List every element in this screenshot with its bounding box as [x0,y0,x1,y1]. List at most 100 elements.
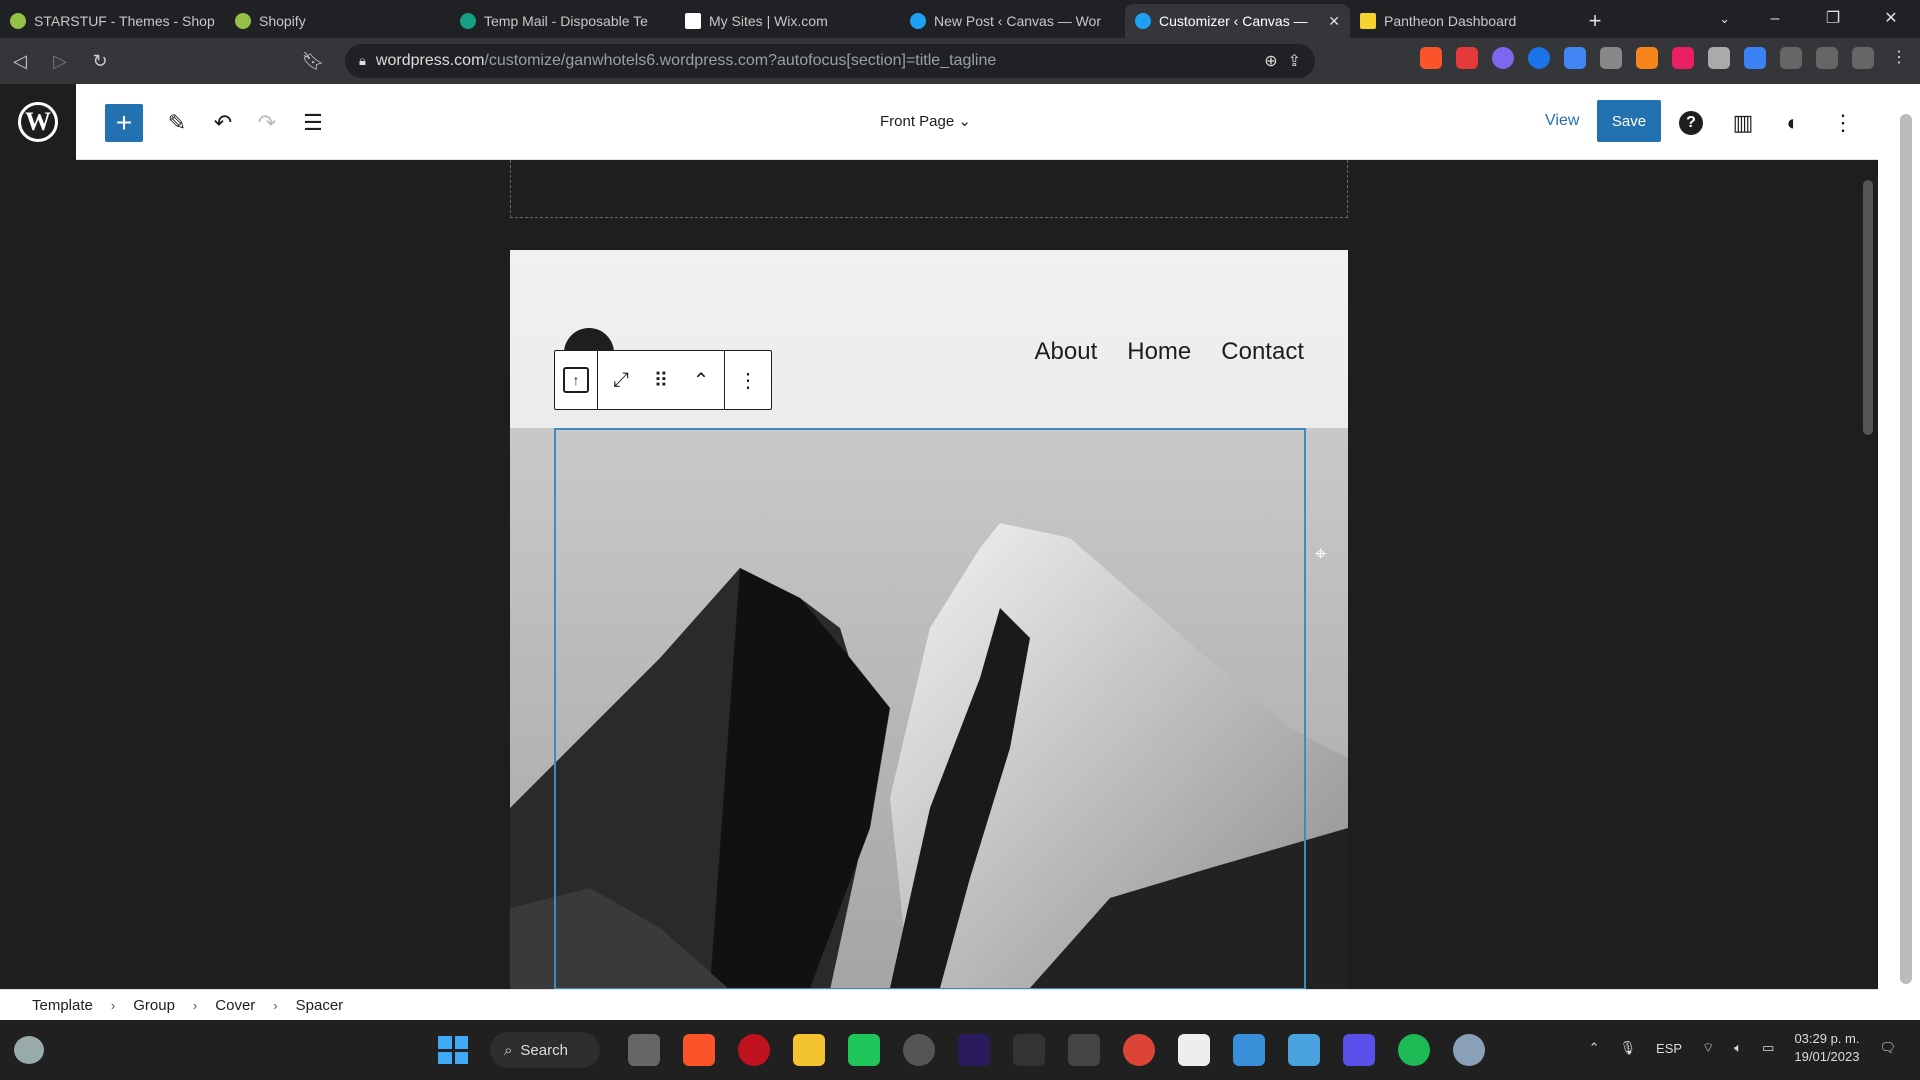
selected-block-outline [554,428,1306,989]
nav-link-contact[interactable]: Contact [1221,338,1304,366]
new-tab-icon[interactable]: + [1575,4,1615,38]
translate-icon[interactable] [1564,47,1586,69]
metamask-icon[interactable] [1636,47,1658,69]
wallet-icon[interactable] [1852,47,1874,69]
close-tab-icon[interactable]: ✕ [1328,13,1340,30]
search-icon: ⌕ [504,1041,513,1059]
help-icon[interactable]: ? [1679,111,1703,135]
extension-icon[interactable] [1492,47,1514,69]
store-icon[interactable] [1288,1034,1320,1066]
app-icon[interactable] [1068,1034,1100,1066]
document-selector[interactable]: Front Page ⌄ [880,112,971,130]
wordpress-logo-icon[interactable]: W [0,84,76,160]
clock[interactable]: 03:29 p. m. 19/01/2023 [1794,1030,1859,1066]
address-url[interactable]: wordpress.com/customize/ganwhotels6.word… [376,52,1254,70]
list-view-icon[interactable]: ☰ [294,104,332,142]
brave-icon[interactable] [683,1034,715,1066]
block-type-icon[interactable]: ↑ [563,367,589,393]
shopify-icon [235,13,251,29]
wifi-icon[interactable]: ⌔ [1702,1040,1714,1056]
taskbar-search[interactable]: ⌕ Search [490,1032,600,1068]
extension-icon[interactable] [1744,47,1766,69]
extension-icon[interactable] [1600,47,1622,69]
view-button[interactable]: View [1545,112,1579,130]
share-icon[interactable]: ⇪ [1288,51,1301,71]
block-breadcrumb: Template › Group › Cover › Spacer [0,989,1878,1020]
volume-icon[interactable]: 🔈︎ [1734,1040,1742,1056]
puzzle-icon[interactable] [1780,47,1802,69]
app-icon[interactable] [848,1034,880,1066]
wordpress-icon [1135,13,1151,29]
tab-search-chevron-icon[interactable]: ⌄ [1719,0,1730,38]
weather-icon[interactable] [14,1036,44,1064]
extension-icon[interactable] [1672,47,1694,69]
brave-shield-icon[interactable] [1420,47,1442,69]
notification-icon[interactable]: 🗨︎ [1879,1040,1896,1056]
extension-icon[interactable] [1528,47,1550,69]
close-window-icon[interactable]: ✕ [1862,0,1920,38]
browser-tab-0[interactable]: STARSTUF - Themes - Shop [0,4,225,38]
more-options-icon[interactable]: ⋮ [733,360,763,400]
mail-icon[interactable] [1233,1034,1265,1066]
install-icon[interactable]: ⊕ [1264,51,1277,71]
breadcrumb-spacer[interactable]: Spacer [296,997,344,1014]
bookmark-icon[interactable]: 🔖︎ [293,51,333,72]
move-up-down-icon[interactable]: ⌃ [686,360,716,400]
editor-header: W + ✎ ↶ ↷ ☰ Front Page ⌄ View Save ? ▥ ◐… [0,84,1878,160]
settings-icon[interactable] [1453,1034,1485,1066]
breadcrumb-cover[interactable]: Cover [215,997,255,1014]
brave-rewards-icon[interactable] [1456,47,1478,69]
nav-link-home[interactable]: Home [1127,338,1191,366]
browser-tab-6[interactable]: Pantheon Dashboard [1350,4,1575,38]
minimize-icon[interactable]: – [1746,0,1804,38]
browser-tab-1[interactable]: Shopify [225,4,450,38]
browser-tab-4[interactable]: New Post ‹ Canvas — Wor [900,4,1125,38]
battery-icon[interactable]: ▭ [1762,1040,1774,1056]
chrome-icon[interactable] [1123,1034,1155,1066]
microphone-icon[interactable]: 🎙︎ [1620,1040,1637,1056]
browser-tab-5[interactable]: Customizer ‹ Canvas — ✕ [1125,4,1350,38]
extension-icon[interactable] [1708,47,1730,69]
premiere-icon[interactable] [958,1034,990,1066]
app-icon[interactable] [903,1034,935,1066]
task-view-icon[interactable] [628,1034,660,1066]
undo-icon[interactable]: ↶ [204,104,242,142]
options-icon[interactable]: ⋮ [1824,104,1862,142]
add-block-button[interactable]: + [105,104,143,142]
redo-icon[interactable]: ↷ [248,104,286,142]
menu-icon[interactable]: ⋮ [1888,47,1910,69]
back-icon[interactable]: ◁ [0,51,40,72]
capcut-icon[interactable] [1178,1034,1210,1066]
chevron-right-icon: › [110,997,116,1013]
browser-tab-3[interactable]: My Sites | Wix.com [675,4,900,38]
spotify-icon[interactable] [1398,1034,1430,1066]
forward-icon[interactable]: ▷ [40,51,80,72]
page-scrollbar[interactable] [1878,84,1920,1020]
drag-handle-icon[interactable]: ⠿ [646,360,676,400]
start-button-icon[interactable] [438,1036,468,1064]
settings-panel-icon[interactable]: ▥ [1724,104,1762,142]
app-icon[interactable] [1343,1034,1375,1066]
breadcrumb-group[interactable]: Group [133,997,175,1014]
browser-tab-2[interactable]: Temp Mail - Disposable Te [450,4,675,38]
previous-block-outline[interactable] [510,160,1348,218]
opera-icon[interactable] [738,1034,770,1066]
chevron-up-icon[interactable]: ⌃ [1589,1040,1600,1056]
canvas-scrollbar[interactable] [1858,160,1878,989]
styles-icon[interactable]: ◐ [1774,104,1812,142]
address-bar[interactable]: 🔒︎ wordpress.com/customize/ganwhotels6.w… [345,44,1315,78]
edit-tools-icon[interactable]: ✎ [158,104,196,142]
file-explorer-icon[interactable] [793,1034,825,1066]
block-toolbar: ↑ ⤢ ⠿ ⌃ ⋮ [554,350,772,410]
nav-link-about[interactable]: About [1035,338,1098,366]
windows-taskbar: ⌕ Search ⌃ 🎙︎ ESP ⌔ 🔈︎ ▭ 03:29 p. m. 19/0… [0,1020,1920,1080]
sidebar-icon[interactable] [1816,47,1838,69]
breadcrumb-template[interactable]: Template [32,997,93,1014]
restore-icon[interactable]: ❐ [1804,0,1862,38]
save-button[interactable]: Save [1597,100,1661,142]
resize-icon[interactable]: ⤢ [606,360,636,400]
chevron-right-icon: › [273,997,278,1013]
app-icon[interactable] [1013,1034,1045,1066]
language-indicator[interactable]: ESP [1656,1041,1682,1056]
reload-icon[interactable]: ↻ [80,51,120,72]
